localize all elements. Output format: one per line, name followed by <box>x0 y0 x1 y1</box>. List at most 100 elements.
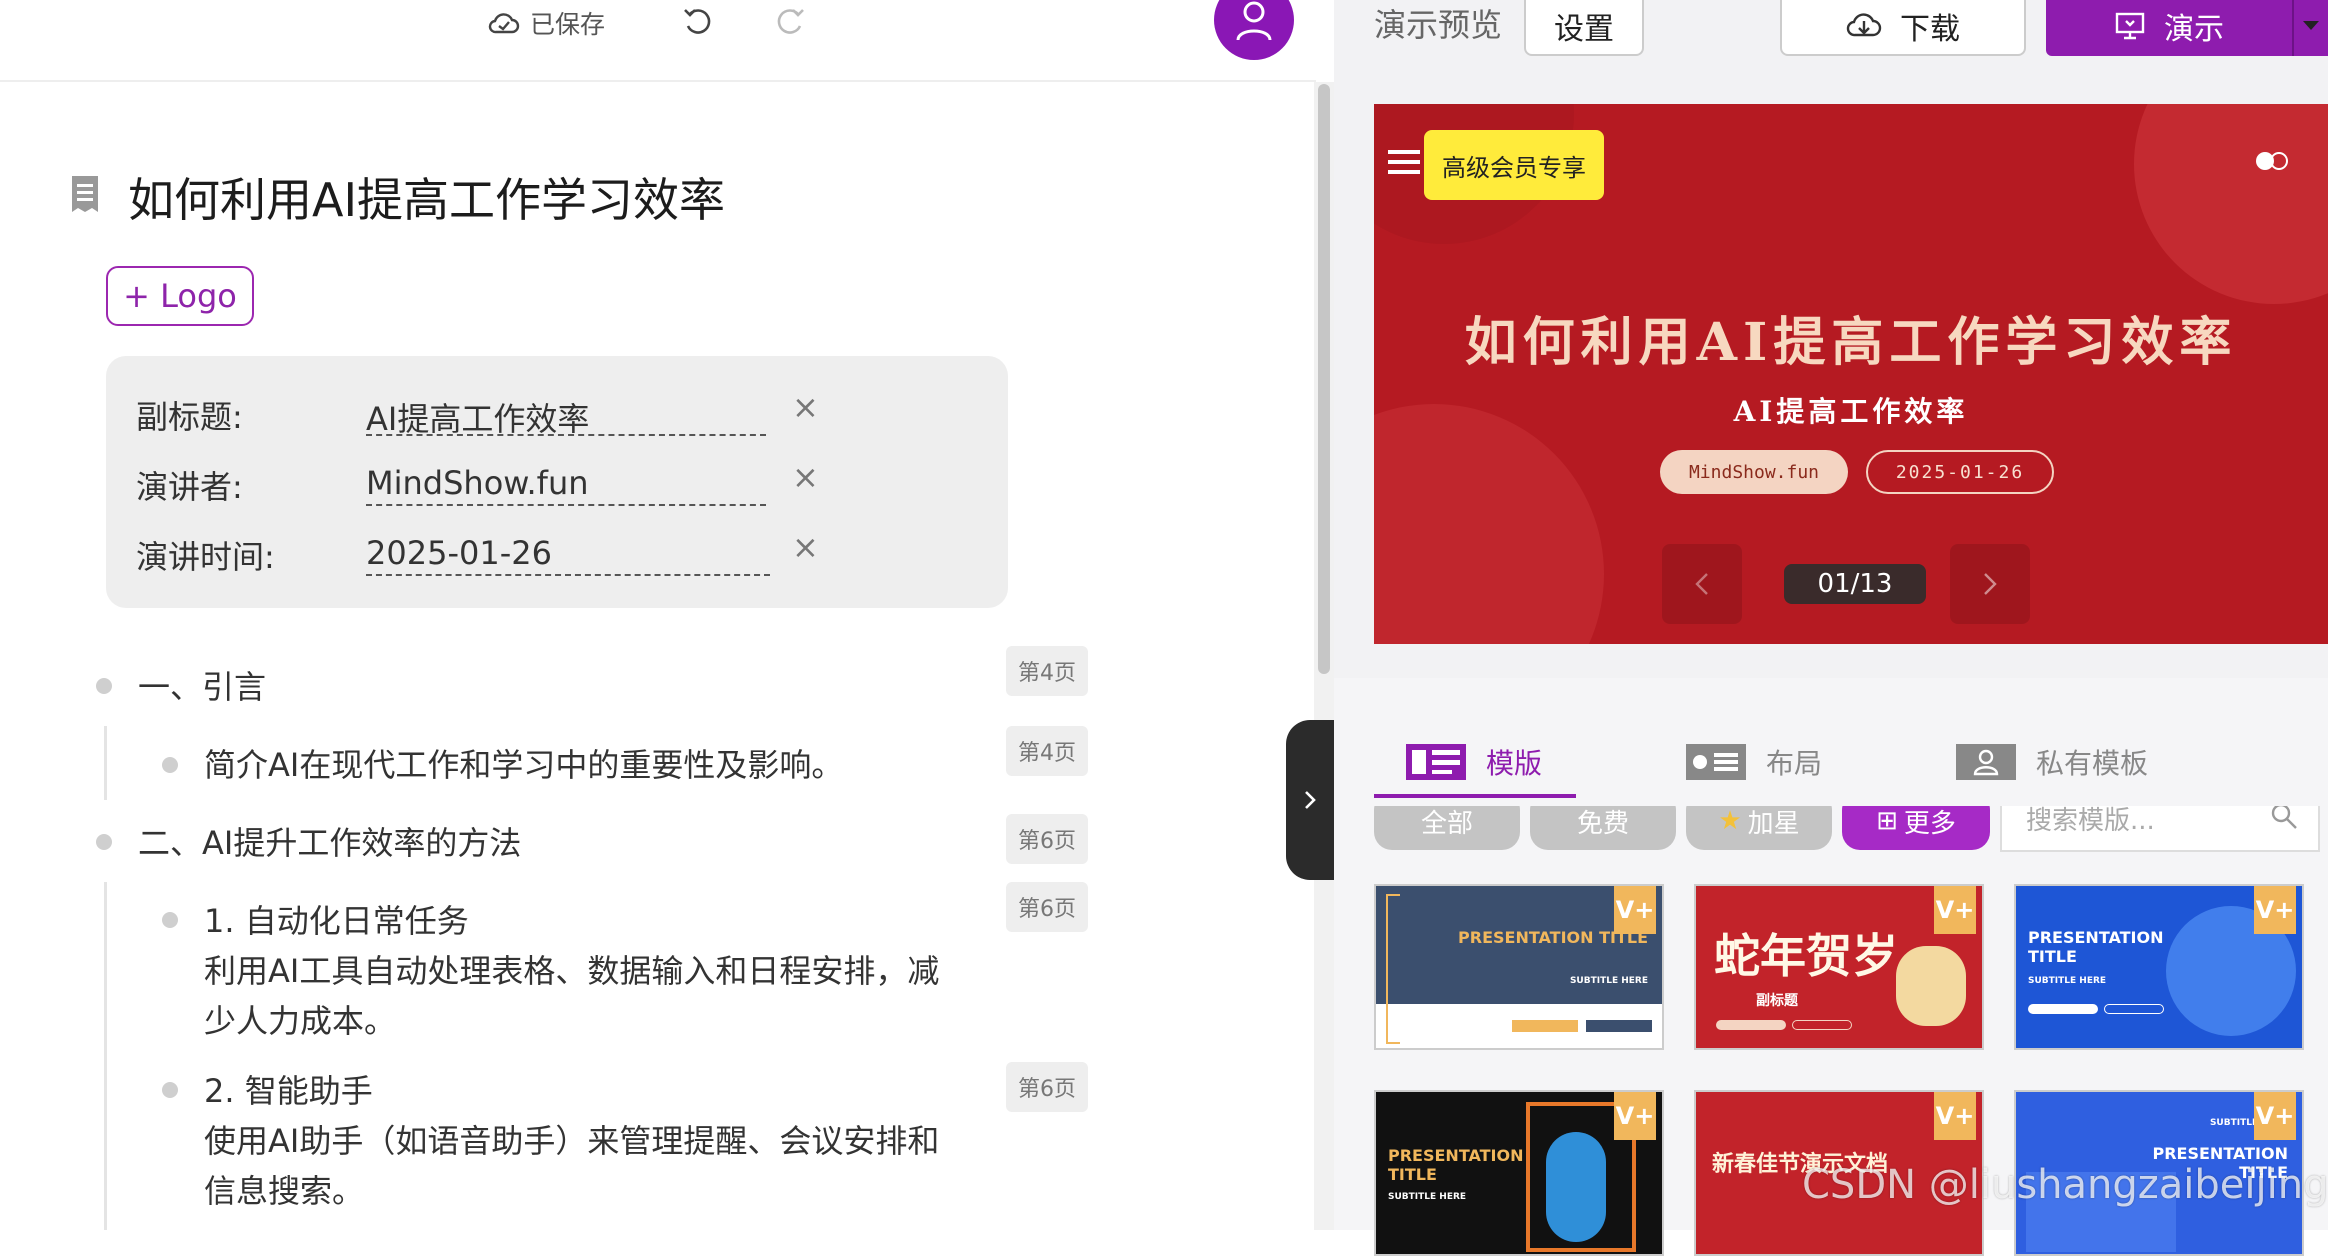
subtitle-label: 副标题: <box>136 398 243 436</box>
slide-subtitle: AI提高工作效率 <box>1733 395 1969 428</box>
slide-decor-circle <box>1374 404 1604 644</box>
outline-bullet[interactable] <box>96 678 112 694</box>
template-card[interactable]: PRESENTATION TITLE SUBTITLE HERE V+ <box>2014 884 2304 1050</box>
vip-tag: V+ <box>2254 1092 2296 1140</box>
template-thumb <box>2028 1004 2098 1014</box>
filter-all[interactable]: 全部 <box>1374 806 1520 850</box>
slide-decor-circle <box>2134 104 2328 304</box>
settings-button[interactable]: 设置 <box>1524 0 1644 56</box>
chevron-down-icon <box>2303 21 2319 30</box>
filter-free[interactable]: 免费 <box>1530 806 1676 850</box>
toggle-icon[interactable] <box>2254 150 2290 172</box>
present-options-button[interactable] <box>2292 0 2328 56</box>
template-thumb <box>1716 1020 1786 1030</box>
cloud-download-icon <box>1846 13 1882 37</box>
outline-bullet[interactable] <box>162 912 178 928</box>
user-avatar[interactable] <box>1214 0 1294 60</box>
scrollbar-thumb[interactable] <box>1318 84 1330 674</box>
clear-subtitle-icon[interactable]: × <box>792 391 822 423</box>
redo-icon[interactable] <box>772 4 808 40</box>
tab-templates-label: 模版 <box>1486 747 1543 780</box>
template-title: PRESENTATION TITLE <box>2028 928 2164 966</box>
filter-more-label: 更多 <box>1903 808 1956 839</box>
add-logo-button[interactable]: + Logo <box>106 266 254 326</box>
vip-badge[interactable]: 高级会员专享 <box>1424 130 1604 200</box>
template-search-input[interactable]: 搜索模版... <box>2000 806 2320 852</box>
chevron-right-icon <box>1305 791 1316 809</box>
document-icon <box>72 176 98 212</box>
watermark: CSDN @liushangzaibeijing <box>1802 1162 2328 1208</box>
tab-templates[interactable]: 模版 <box>1406 732 1542 792</box>
present-button[interactable]: 演示 <box>2046 0 2292 56</box>
collapse-panel-button[interactable] <box>1286 720 1334 880</box>
user-icon <box>1236 1 1272 41</box>
outline-bullet[interactable] <box>162 1082 178 1098</box>
vip-tag: V+ <box>2254 886 2296 934</box>
grid-icon: ⊞ <box>1876 806 1898 836</box>
template-thumb <box>1546 1132 1606 1242</box>
subtitle-input[interactable]: AI提高工作效率 <box>366 388 766 438</box>
undo-icon[interactable] <box>680 4 716 40</box>
tab-private-templates[interactable]: 私有模板 <box>1956 732 2148 792</box>
editor-scrollbar[interactable] <box>1314 82 1334 1230</box>
outline-indent-line <box>104 726 107 800</box>
vip-tag: V+ <box>1934 1092 1976 1140</box>
template-thumb <box>1386 894 1400 1044</box>
page-tag: 第6页 <box>1006 814 1088 864</box>
template-thumb <box>1586 1020 1652 1032</box>
date-input[interactable]: 2025-01-26 <box>366 528 770 576</box>
presenter-row: 演讲者: MindShow.fun × <box>136 456 986 506</box>
outline-item-automation[interactable]: 1. 自动化日常任务 <box>204 896 469 946</box>
layout-icon <box>1686 744 1746 780</box>
download-button[interactable]: 下载 <box>1780 0 2026 56</box>
outline-indent-line <box>104 882 107 1230</box>
document-title[interactable]: 如何利用AI提高工作学习效率 <box>128 164 725 230</box>
slide-date: 2025-01-26 <box>1866 450 2054 494</box>
present-label: 演示 <box>2164 12 2224 47</box>
outline-item-automation-body[interactable]: 少人力成本。 <box>204 996 396 1046</box>
star-icon: ★ <box>1718 806 1742 836</box>
outline-item-assistant-body[interactable]: 信息搜索。 <box>204 1166 364 1216</box>
filter-starred[interactable]: ★ 加星 <box>1686 806 1832 850</box>
editor-toolbar: 已保存 <box>0 0 1316 82</box>
outline-item-intro[interactable]: 一、引言 <box>138 662 266 712</box>
template-card[interactable]: 蛇年贺岁 副标题 V+ <box>1694 884 1984 1050</box>
vip-tag: V+ <box>1614 1092 1656 1140</box>
outline-item-assistant-body[interactable]: 使用AI助手（如语音助手）来管理提醒、会议安排和 <box>204 1116 939 1166</box>
template-panel: 模版 布局 私有模板 全部 免费 ★ 加星 ⊞ 更多 搜索模版... PRESE… <box>1334 678 2328 1256</box>
template-card[interactable]: PRESENTATION TITLE SUBTITLE HERE V+ <box>1374 1090 1664 1256</box>
vip-tag: V+ <box>1934 886 1976 934</box>
outline-item-assistant[interactable]: 2. 智能助手 <box>204 1066 373 1116</box>
slide-title: 如何利用AI提高工作学习效率 <box>1464 312 2238 373</box>
slide-preview[interactable]: 高级会员专享 如何利用AI提高工作学习效率 AI提高工作效率 MindShow.… <box>1374 104 2328 644</box>
outline-bullet[interactable] <box>162 757 178 773</box>
filter-starred-label: 加星 <box>1747 808 1800 839</box>
outline-item-intro-desc[interactable]: 简介AI在现代工作和学习中的重要性及影响。 <box>204 740 843 790</box>
clear-date-icon[interactable]: × <box>792 531 822 563</box>
date-row: 演讲时间: 2025-01-26 × <box>136 526 986 576</box>
template-card[interactable]: PRESENTATION TITLE SUBTITLE HERE V+ <box>1374 884 1664 1050</box>
clear-presenter-icon[interactable]: × <box>792 461 822 493</box>
template-subtitle: 副标题 <box>1756 993 1798 1009</box>
template-subtitle: SUBTITLE HERE <box>1388 1192 1467 1202</box>
tab-layout[interactable]: 布局 <box>1686 732 1822 792</box>
outline-bullet[interactable] <box>96 834 112 850</box>
prev-slide-button[interactable] <box>1662 544 1742 624</box>
page-tag: 第4页 <box>1006 726 1088 776</box>
page-tag: 第6页 <box>1006 1062 1088 1112</box>
next-slide-button[interactable] <box>1950 544 2030 624</box>
presentation-icon <box>2115 12 2145 40</box>
outline-item-methods[interactable]: 二、AI提升工作效率的方法 <box>138 818 521 868</box>
filter-more[interactable]: ⊞ 更多 <box>1842 806 1990 850</box>
template-thumb <box>1792 1020 1852 1030</box>
search-icon[interactable] <box>2270 806 2298 830</box>
menu-icon[interactable] <box>1388 148 1420 176</box>
template-title: PRESENTATION TITLE <box>1388 1146 1524 1184</box>
outline-item-automation-body[interactable]: 利用AI工具自动处理表格、数据输入和日程安排，减 <box>204 946 939 996</box>
presenter-label: 演讲者: <box>136 468 243 506</box>
template-thumb <box>2104 1004 2164 1014</box>
save-status: 已保存 <box>488 6 605 40</box>
presenter-input[interactable]: MindShow.fun <box>366 458 766 506</box>
outline-editor: 已保存 如何利用AI提高工作学习效率 + Logo 副标题: AI提高工作效率 … <box>0 0 1334 1230</box>
preview-label: 演示预览 <box>1374 6 1503 44</box>
